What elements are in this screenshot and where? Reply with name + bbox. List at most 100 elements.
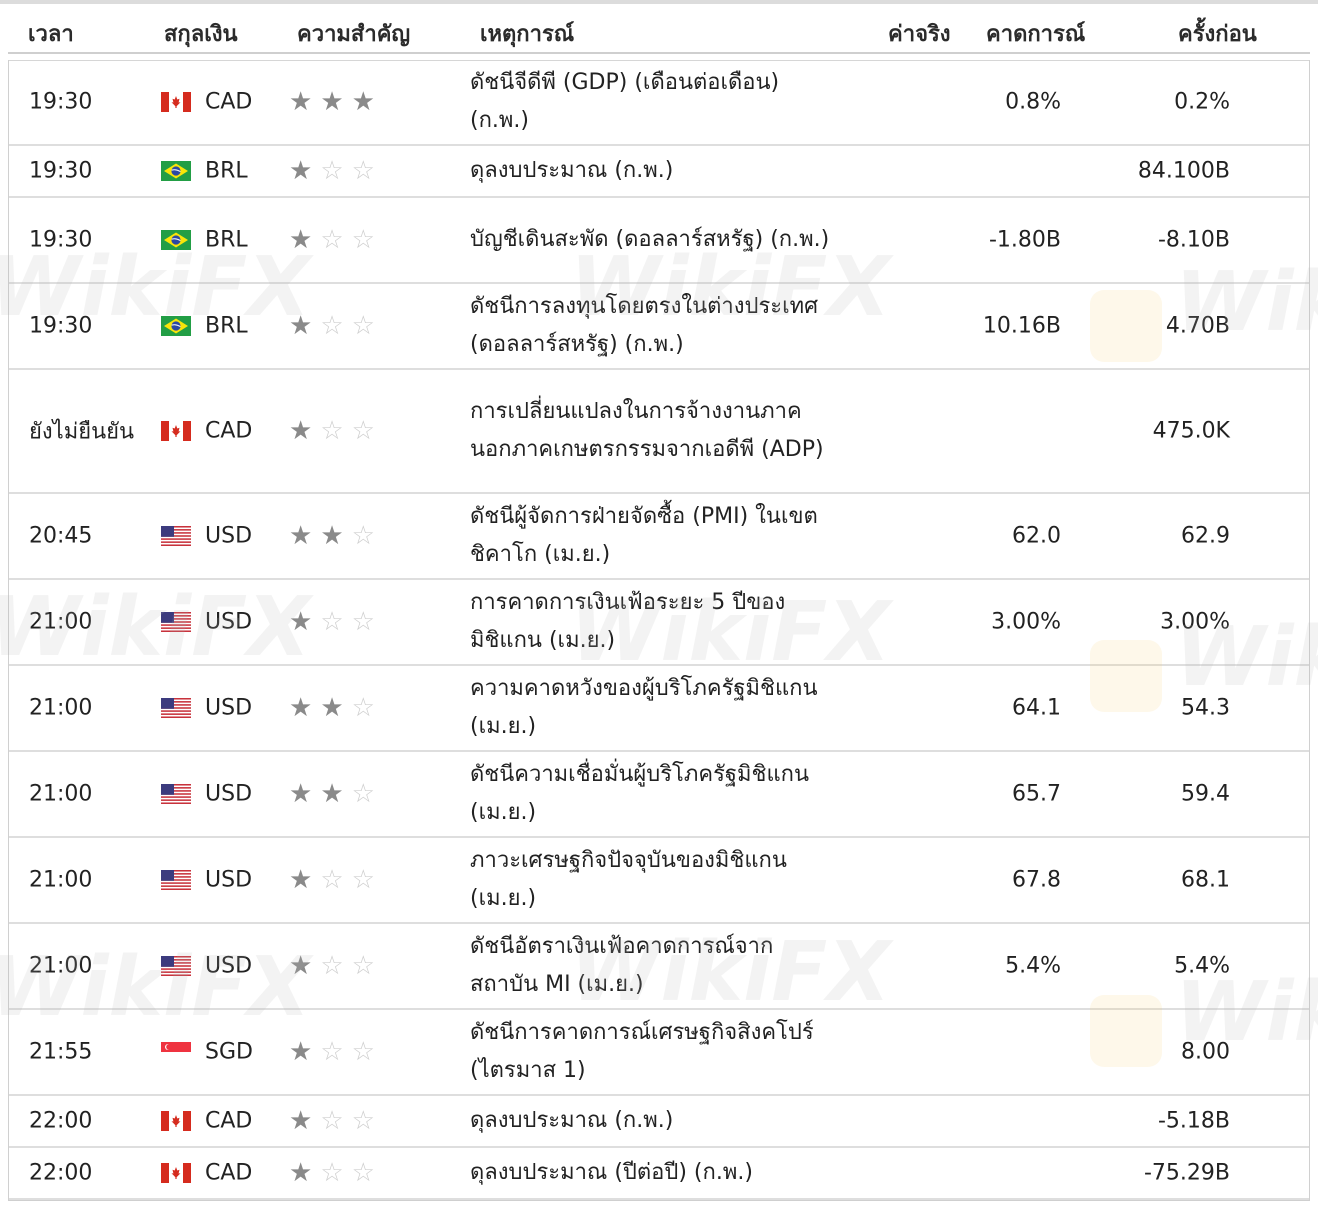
star-filled-icon: ★ bbox=[289, 951, 313, 981]
event-time: 21:00 bbox=[29, 695, 93, 721]
event-name[interactable]: บัญชีเดินสะพัด (ดอลลาร์สหรัฐ) (ก.พ.) bbox=[470, 221, 830, 259]
event-time: 20:45 bbox=[29, 523, 93, 549]
event-name[interactable]: ดุลงบประมาณ (ก.พ.) bbox=[470, 152, 830, 190]
star-empty-icon: ☆ bbox=[351, 156, 375, 186]
canada-flag-icon bbox=[161, 92, 191, 112]
table-row[interactable]: 21:00 USD ★ ★ ☆ ดัชนีความเชื่อมั่นผู้บริโภครั… bbox=[9, 752, 1309, 838]
star-empty-icon: ☆ bbox=[351, 779, 375, 809]
event-name[interactable]: ดัชนีอัตราเงินเฟ้อคาดการณ์จากสถาบัน MI (… bbox=[470, 928, 830, 1004]
event-name[interactable]: ดัชนีการลงทุนโดยตรงในต่างประเทศ (ดอลลาร์… bbox=[470, 288, 830, 364]
top-border bbox=[0, 0, 1318, 4]
star-filled-icon: ★ bbox=[320, 521, 344, 551]
forecast-value: 67.8 bbox=[1012, 867, 1061, 893]
header-time: เวลา bbox=[28, 22, 74, 47]
usa-flag-icon bbox=[161, 612, 191, 632]
star-empty-icon: ☆ bbox=[320, 225, 344, 255]
star-filled-icon: ★ bbox=[289, 607, 313, 637]
event-name[interactable]: ภาวะเศรษฐกิจปัจจุบันของมิชิแกน (เม.ย.) bbox=[470, 842, 830, 918]
star-filled-icon: ★ bbox=[320, 87, 344, 117]
star-filled-icon: ★ bbox=[289, 865, 313, 895]
star-filled-icon: ★ bbox=[289, 1106, 313, 1136]
currency-code: BRL bbox=[205, 158, 248, 184]
star-empty-icon: ☆ bbox=[351, 311, 375, 341]
star-empty-icon: ☆ bbox=[320, 156, 344, 186]
watermark-logo-icon bbox=[1090, 995, 1162, 1067]
table-header: เวลา สกุลเงิน ความสำคัญ เหตุการณ์ ค่าจริ… bbox=[8, 6, 1310, 54]
usa-flag-icon bbox=[161, 956, 191, 976]
previous-value: 84.100B bbox=[1137, 158, 1230, 184]
currency-code: USD bbox=[205, 609, 253, 635]
event-time: 22:00 bbox=[29, 1108, 93, 1134]
importance-rating: ★ ☆ ☆ bbox=[289, 1108, 375, 1134]
importance-rating: ★ ★ ★ bbox=[289, 89, 375, 115]
event-name[interactable]: ดัชนีจีดีพี (GDP) (เดือนต่อเดือน) (ก.พ.) bbox=[470, 64, 830, 140]
event-name[interactable]: ดุลงบประมาณ (ก.พ.) bbox=[470, 1102, 830, 1140]
table-row[interactable]: 22:00 CAD ★ ☆ ☆ ดุลงบประมาณ (ปีต่อปี) (ก.พ.) -… bbox=[9, 1148, 1309, 1200]
usa-flag-icon bbox=[161, 526, 191, 546]
event-name[interactable]: ดัชนีผู้จัดการฝ่ายจัดซื้อ (PMI) ในเขตชิค… bbox=[470, 498, 830, 574]
previous-value: 54.3 bbox=[1181, 695, 1230, 721]
event-name[interactable]: การเปลี่ยนแปลงในการจ้างงานภาคนอกภาคเกษตร… bbox=[470, 393, 830, 469]
canada-flag-icon bbox=[161, 421, 191, 441]
star-filled-icon: ★ bbox=[289, 1037, 313, 1067]
forecast-value: 65.7 bbox=[1012, 781, 1061, 807]
table-row[interactable]: 19:30 CAD ★ ★ ★ ดัชนีจีดีพี (GDP) (เดือนต่อเด… bbox=[9, 60, 1309, 146]
currency-code: USD bbox=[205, 953, 253, 979]
importance-rating: ★ ☆ ☆ bbox=[289, 867, 375, 893]
star-empty-icon: ☆ bbox=[351, 1106, 375, 1136]
star-empty-icon: ☆ bbox=[351, 607, 375, 637]
star-empty-icon: ☆ bbox=[351, 1037, 375, 1067]
table-row[interactable]: 22:00 CAD ★ ☆ ☆ ดุลงบประมาณ (ก.พ.) -5.18B bbox=[9, 1096, 1309, 1148]
table-row[interactable]: 19:30 BRL ★ ☆ ☆ ดุลงบประมาณ (ก.พ.) 84.100B bbox=[9, 146, 1309, 198]
previous-value: 475.0K bbox=[1152, 418, 1230, 444]
star-empty-icon: ☆ bbox=[351, 693, 375, 723]
star-filled-icon: ★ bbox=[289, 521, 313, 551]
event-name[interactable]: ดัชนีการคาดการณ์เศรษฐกิจสิงคโปร์ (ไตรมาส… bbox=[470, 1014, 830, 1090]
star-empty-icon: ☆ bbox=[320, 951, 344, 981]
currency-code: CAD bbox=[205, 1108, 253, 1134]
importance-rating: ★ ★ ☆ bbox=[289, 781, 375, 807]
currency-code: USD bbox=[205, 695, 253, 721]
star-filled-icon: ★ bbox=[289, 156, 313, 186]
importance-rating: ★ ☆ ☆ bbox=[289, 1160, 375, 1186]
event-name[interactable]: ดุลงบประมาณ (ปีต่อปี) (ก.พ.) bbox=[470, 1154, 830, 1192]
canada-flag-icon bbox=[161, 1111, 191, 1131]
previous-value: 68.1 bbox=[1181, 867, 1230, 893]
star-filled-icon: ★ bbox=[351, 87, 375, 117]
previous-value: -75.29B bbox=[1143, 1160, 1230, 1186]
event-time: 21:00 bbox=[29, 953, 93, 979]
header-importance: ความสำคัญ bbox=[297, 22, 411, 47]
forecast-value: 64.1 bbox=[1012, 695, 1061, 721]
star-empty-icon: ☆ bbox=[320, 416, 344, 446]
forecast-value: 3.00% bbox=[991, 609, 1061, 635]
previous-value: 3.00% bbox=[1160, 609, 1230, 635]
event-time: 22:00 bbox=[29, 1160, 93, 1186]
star-filled-icon: ★ bbox=[289, 693, 313, 723]
header-event: เหตุการณ์ bbox=[480, 22, 575, 47]
event-time: 19:30 bbox=[29, 158, 93, 184]
importance-rating: ★ ☆ ☆ bbox=[289, 1039, 375, 1065]
event-time: 21:00 bbox=[29, 609, 93, 635]
table-row[interactable]: ยังไม่ยืนยัน CAD ★ ☆ ☆ การเปลี่ยนแปลงในการจ้า… bbox=[9, 370, 1309, 494]
importance-rating: ★ ★ ☆ bbox=[289, 523, 375, 549]
star-filled-icon: ★ bbox=[289, 1158, 313, 1188]
table-row[interactable]: 19:30 BRL ★ ☆ ☆ บัญชีเดินสะพัด (ดอลลาร์สหรัฐ)… bbox=[9, 198, 1309, 284]
event-time: 21:00 bbox=[29, 867, 93, 893]
star-empty-icon: ☆ bbox=[320, 311, 344, 341]
importance-rating: ★ ☆ ☆ bbox=[289, 418, 375, 444]
event-name[interactable]: ความคาดหวังของผู้บริโภครัฐมิชิแกน (เม.ย.… bbox=[470, 670, 830, 746]
watermark-logo-icon bbox=[1090, 640, 1162, 712]
forecast-value: 0.8% bbox=[1005, 89, 1061, 115]
event-time: ยังไม่ยืนยัน bbox=[29, 419, 135, 445]
brazil-flag-icon bbox=[161, 161, 191, 181]
star-empty-icon: ☆ bbox=[351, 865, 375, 895]
currency-code: USD bbox=[205, 867, 253, 893]
event-time: 21:55 bbox=[29, 1039, 93, 1065]
usa-flag-icon bbox=[161, 784, 191, 804]
event-name[interactable]: ดัชนีความเชื่อมั่นผู้บริโภครัฐมิชิแกน (เ… bbox=[470, 756, 830, 832]
event-name[interactable]: การคาดการเงินเฟ้อระยะ 5 ปีของมิชิแกน (เม… bbox=[470, 584, 830, 660]
table-row[interactable]: 20:45 USD ★ ★ ☆ ดัชนีผู้จัดการฝ่ายจัดซื้อ (PM… bbox=[9, 494, 1309, 580]
previous-value: -5.18B bbox=[1157, 1108, 1230, 1134]
table-row[interactable]: 21:00 USD ★ ☆ ☆ ภาวะเศรษฐกิจปัจจุบันของมิชิแก… bbox=[9, 838, 1309, 924]
star-empty-icon: ☆ bbox=[351, 1158, 375, 1188]
